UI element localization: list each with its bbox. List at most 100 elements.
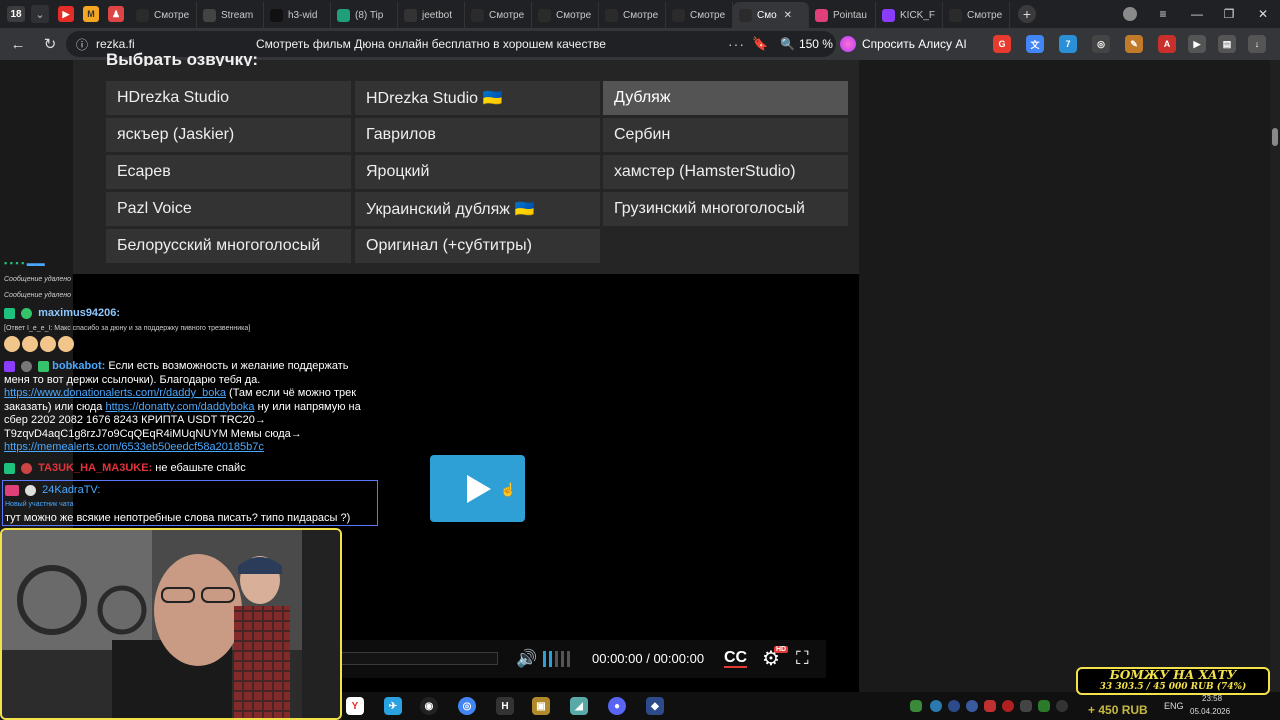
volume-slider[interactable] xyxy=(543,651,570,667)
browser-tab[interactable]: (8) Tip xyxy=(331,2,398,28)
tray-icon[interactable] xyxy=(1056,700,1068,712)
tab-favicon-icon xyxy=(136,8,149,22)
input-language[interactable]: ENG xyxy=(1164,701,1184,711)
voiceover-option[interactable]: Есарев xyxy=(106,155,351,189)
obs-taskbar-icon[interactable]: ◉ xyxy=(420,697,438,715)
voiceover-option[interactable]: Яроцкий xyxy=(355,155,600,189)
voiceover-option[interactable]: Грузинский многоголосый xyxy=(603,192,848,226)
gmail-pinned-icon[interactable]: M xyxy=(83,6,99,22)
tab-count-badge[interactable]: 18 xyxy=(7,6,25,22)
url-domain: rezka.fi xyxy=(96,37,135,51)
menu-icon[interactable]: ≡ xyxy=(1152,0,1174,28)
extension-icon-1[interactable]: G xyxy=(993,35,1011,53)
chat-text: тут можно же всякие непотребные слова пи… xyxy=(5,512,351,524)
yandex-taskbar-icon[interactable]: Y xyxy=(346,697,364,715)
voiceover-option[interactable]: Гаврилов xyxy=(355,118,600,152)
tray-icon[interactable] xyxy=(948,700,960,712)
donation-link[interactable]: https://www.donationalerts.com/r/daddy_b… xyxy=(4,387,226,399)
tray-icon[interactable] xyxy=(1002,700,1014,712)
browser-tab[interactable]: Смо ✕ xyxy=(733,2,809,28)
memealerts-link[interactable]: https://memealerts.com/6533eb50eedcf58a2… xyxy=(4,441,264,453)
app-taskbar-icon[interactable]: ▣ xyxy=(532,697,550,715)
tray-icon[interactable] xyxy=(984,700,996,712)
donatty-link[interactable]: https://donatty.com/daddyboka xyxy=(106,401,255,413)
tab-favicon-icon xyxy=(538,8,551,22)
tray-icon[interactable] xyxy=(1038,700,1050,712)
page-scrollbar[interactable] xyxy=(1270,60,1280,692)
browser-tab[interactable]: Смотре xyxy=(532,2,599,28)
tab-list-chevron-icon[interactable]: ⌄ xyxy=(31,5,49,23)
voiceover-option[interactable]: яскъер (Jaskier) xyxy=(106,118,351,152)
chrome-taskbar-icon[interactable]: ◎ xyxy=(458,697,476,715)
browser-tab[interactable]: h3-wid xyxy=(264,2,331,28)
seek-bar[interactable] xyxy=(340,652,498,665)
voiceover-option[interactable]: Сербин xyxy=(603,118,848,152)
app-taskbar-icon[interactable]: ◢ xyxy=(570,697,588,715)
vk-live-badge-icon xyxy=(5,484,19,496)
tab-label: h3-wid xyxy=(288,9,318,21)
voiceover-option[interactable]: Pazl Voice xyxy=(106,192,351,226)
bookmark-icon[interactable]: 🔖 xyxy=(752,36,768,52)
voiceover-option[interactable]: Украинский дубляж 🇺🇦 xyxy=(355,192,600,226)
extension-icon-6[interactable]: A xyxy=(1158,35,1176,53)
extension-icon-3[interactable]: 7 xyxy=(1059,35,1077,53)
browser-tab[interactable]: jeetbot xyxy=(398,2,465,28)
media-extension-icon[interactable]: ▶ xyxy=(1188,35,1206,53)
voiceover-option[interactable]: HDrezka Studio xyxy=(106,81,351,115)
minimize-button[interactable]: — xyxy=(1186,0,1208,28)
youtube-pinned-icon[interactable]: ▶ xyxy=(58,6,74,22)
tray-icon[interactable] xyxy=(966,700,978,712)
tray-clock-date[interactable]: 05.04.2026 xyxy=(1190,707,1230,716)
reload-button[interactable]: ↻ xyxy=(38,32,62,56)
extension-icon-5[interactable]: ✎ xyxy=(1125,35,1143,53)
zoom-indicator[interactable]: 🔍 150 % xyxy=(780,37,833,51)
subtitles-button[interactable]: CC xyxy=(724,650,748,668)
close-window-button[interactable]: ✕ xyxy=(1252,0,1274,28)
browser-tab[interactable]: KICK_F xyxy=(876,2,943,28)
browser-tab[interactable]: Смотре xyxy=(465,2,532,28)
profile-icon[interactable] xyxy=(1120,0,1140,28)
close-tab-icon[interactable]: ✕ xyxy=(784,10,792,21)
browser-tab[interactable]: Смотре xyxy=(666,2,733,28)
browser-tab[interactable]: Pointau xyxy=(809,2,876,28)
app-taskbar-icon[interactable]: ◆ xyxy=(646,697,664,715)
voiceover-option[interactable]: HDrezka Studio 🇺🇦 xyxy=(355,81,600,115)
browser-tab[interactable]: Смотре xyxy=(943,2,1010,28)
voiceover-option[interactable]: Оригинал (+субтитры) xyxy=(355,229,600,263)
back-button[interactable]: ← xyxy=(6,32,30,56)
voiceover-option[interactable]: хамстер (HamsterStudio) xyxy=(603,155,848,189)
extension-icon-4[interactable]: ◎ xyxy=(1092,35,1110,53)
app-h-taskbar-icon[interactable]: H xyxy=(496,697,514,715)
telegram-taskbar-icon[interactable]: ✈ xyxy=(384,697,402,715)
alice-button[interactable]: Спросить Алису AI xyxy=(840,32,967,56)
translate-extension-icon[interactable]: 文 xyxy=(1026,35,1044,53)
chat-message-3: TA3UK_HA_MA3UKE: не ебашьте спайс xyxy=(4,462,376,476)
tab-label: Смотре xyxy=(556,9,592,21)
tab-label: Смотре xyxy=(154,9,190,21)
tab-label: Смотре xyxy=(967,9,1003,21)
volume-icon[interactable]: 🔊 xyxy=(516,649,537,669)
alice-label: Спросить Алису AI xyxy=(862,37,967,51)
browser-tab[interactable]: Смотре xyxy=(130,2,197,28)
tray-clock-time[interactable]: 23:58 xyxy=(1202,694,1222,703)
more-icon[interactable]: ··· xyxy=(728,36,745,52)
browser-tab[interactable]: Смотре xyxy=(599,2,666,28)
downloads-icon[interactable]: ↓ xyxy=(1248,35,1266,53)
scrollbar-thumb[interactable] xyxy=(1272,128,1278,146)
site-info-icon[interactable]: ⓘ xyxy=(76,36,88,53)
donation-goal-widget: БОМЖУ НА ХАТУ 33 303.5 / 45 000 RUB (74%… xyxy=(1076,667,1270,695)
time-display: 00:00:00 / 00:00:00 xyxy=(592,651,705,666)
sidebar-extension-icon[interactable]: ▤ xyxy=(1218,35,1236,53)
player-controls: 🔊 00:00:00 / 00:00:00 CC ⚙ HD ⛶ xyxy=(340,640,826,678)
browser-tab[interactable]: Stream xyxy=(197,2,264,28)
chat-app-taskbar-icon[interactable]: ● xyxy=(608,697,626,715)
kick-badge-icon xyxy=(4,307,15,319)
maximize-button[interactable]: ❐ xyxy=(1218,0,1240,28)
new-tab-button[interactable]: + xyxy=(1018,5,1036,23)
fullscreen-icon[interactable]: ⛶ xyxy=(796,648,809,669)
tray-icon[interactable] xyxy=(930,700,942,712)
tray-icon[interactable] xyxy=(910,700,922,712)
pinned-tab-icon[interactable]: ♟ xyxy=(108,6,124,22)
tray-icon[interactable] xyxy=(1020,700,1032,712)
voiceover-option[interactable]: Дубляж xyxy=(603,81,848,115)
